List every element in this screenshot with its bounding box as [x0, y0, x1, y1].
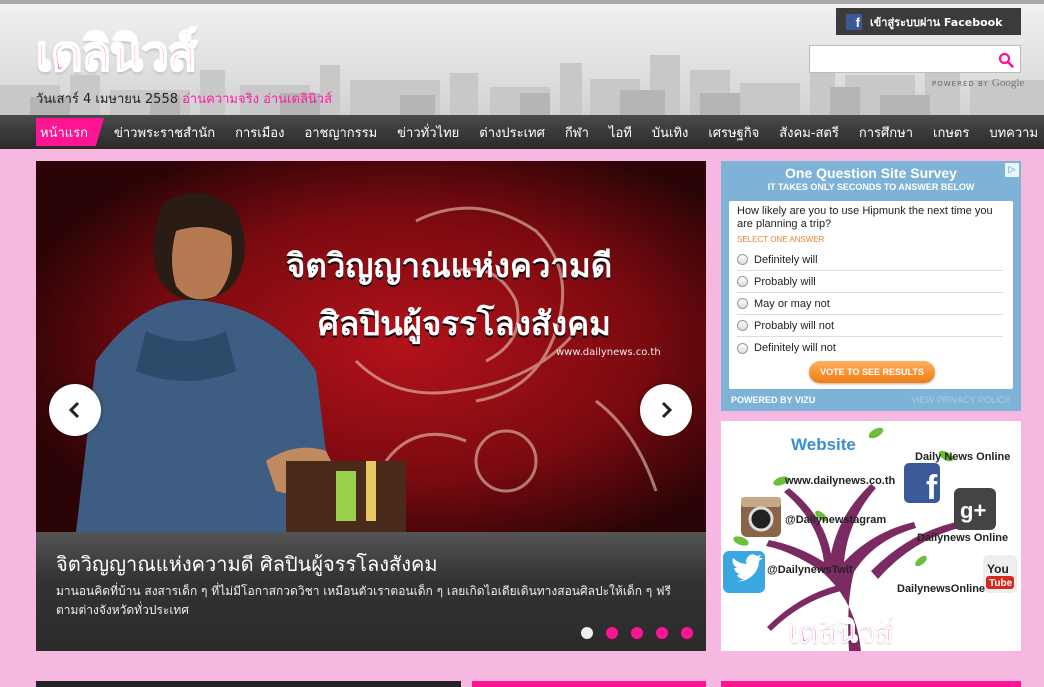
survey-option[interactable]: Definitely will	[737, 249, 1003, 271]
section-bar	[36, 681, 461, 687]
nav-item-articles[interactable]: บทความ	[979, 115, 1044, 149]
nav-item-education[interactable]: การศึกษา	[849, 115, 923, 149]
svg-text:g+: g+	[960, 498, 986, 523]
social-website-url[interactable]: www.dailynews.co.th	[785, 475, 895, 487]
social-googleplus-label[interactable]: Dailynews Online	[917, 532, 1008, 544]
survey-card: How likely are you to use Hipmunk the ne…	[729, 201, 1013, 389]
section-bar	[472, 681, 706, 687]
twitter-icon[interactable]	[723, 551, 765, 593]
radio-button[interactable]	[737, 320, 748, 331]
slide-caption-text: มานอนคิดที่บ้าน สงสารเด็ก ๆ ที่ไม่มีโอกา…	[56, 584, 671, 617]
main-nav: หน้าแรก ข่าวพระราชสำนัก การเมือง อาชญากร…	[0, 115, 1044, 149]
radio-button[interactable]	[737, 254, 748, 265]
slider-prev-button[interactable]	[49, 384, 101, 436]
instagram-icon[interactable]	[741, 497, 781, 537]
svg-text:f: f	[926, 469, 938, 507]
chevron-right-icon	[661, 401, 673, 419]
featured-slider: จิตวิญญาณแห่งความดี ศิลปินผู้จรรโลงสังคม…	[36, 161, 706, 651]
google-brand: Google	[991, 77, 1025, 89]
survey-option-label: May or may not	[754, 297, 830, 310]
nav-item-sports[interactable]: กีฬา	[555, 115, 599, 149]
radio-button[interactable]	[737, 342, 748, 354]
slider-dot-4[interactable]	[656, 627, 668, 639]
survey-option-label: Probably will	[754, 275, 816, 288]
survey-ad: ▷ One Question Site Survey IT TAKES ONLY…	[721, 161, 1021, 411]
social-website-label: Website	[791, 435, 856, 454]
search-input[interactable]	[810, 46, 990, 72]
nav-item-royal-court[interactable]: ข่าวพระราชสำนัก	[104, 115, 225, 149]
nav-item-home[interactable]: หน้าแรก	[36, 118, 104, 146]
nav-item-crime[interactable]: อาชญากรรม	[294, 115, 387, 149]
facebook-login-label: เข้าสู่ระบบผ่าน Facebook	[870, 15, 1003, 29]
nav-item-economy[interactable]: เศรษฐกิจ	[698, 115, 769, 149]
youtube-icon[interactable]: You Tube	[983, 555, 1017, 593]
slider-dot-1[interactable]	[581, 627, 593, 639]
survey-title: One Question Site Survey	[785, 165, 957, 181]
social-twitter-label[interactable]: @DailynewsTwit	[767, 564, 853, 576]
search-box	[809, 45, 1021, 73]
survey-option-label: Definitely will	[754, 253, 818, 266]
social-youtube-label[interactable]: DailynewsOnline	[897, 583, 985, 595]
survey-subtitle: IT TAKES ONLY SECONDS TO ANSWER BELOW	[767, 182, 975, 192]
survey-option[interactable]: Probably will	[737, 271, 1003, 293]
google-plus-icon[interactable]: g+	[954, 488, 996, 530]
svg-text:Tube: Tube	[989, 578, 1013, 589]
search-icon[interactable]	[998, 52, 1014, 68]
site-slogan: อ่านความจริง อ่านเดลินิวส์	[182, 92, 333, 107]
radio-button[interactable]	[737, 298, 748, 309]
dateline: วันเสาร์ 4 เมษายน 2558 อ่านความจริง อ่าน…	[36, 88, 332, 109]
facebook-icon[interactable]: f	[904, 463, 940, 507]
social-facebook-label[interactable]: Daily News Online	[915, 451, 1010, 463]
slider-dot-3[interactable]	[631, 627, 643, 639]
survey-hint: SELECT ONE ANSWER	[737, 235, 825, 244]
slide-image-url: www.dailynews.co.th	[556, 347, 661, 358]
svg-text:You: You	[987, 562, 1009, 576]
site-logo[interactable]: เดลินิวส์	[35, 25, 198, 83]
slider-dot-2[interactable]	[606, 627, 618, 639]
nav-item-politics[interactable]: การเมือง	[225, 115, 294, 149]
survey-powered-by[interactable]: POWERED BY VIZU	[731, 395, 815, 405]
survey-option-label: Probably will not	[754, 319, 835, 332]
nav-item-local-news[interactable]: ข่าวทั่วไทย	[387, 115, 469, 149]
nav-item-entertainment[interactable]: บันเทิง	[642, 115, 699, 149]
slide-caption-title[interactable]: จิตวิญญาณแห่งความดี ศิลปินผู้จรรโลงสังคม	[56, 548, 438, 580]
slider-dot-5[interactable]	[681, 627, 693, 639]
nav-item-society-women[interactable]: สังคม-สตรี	[769, 115, 849, 149]
site-header: เดลินิวส์ วันเสาร์ 4 เมษายน 2558 อ่านควา…	[0, 0, 1044, 115]
social-media-banner[interactable]: f g+ You Tube Website www.dailynews.co.t…	[721, 421, 1021, 651]
survey-privacy-link[interactable]: VIEW PRIVACY POLICY	[911, 395, 1011, 405]
slider-next-button[interactable]	[640, 384, 692, 436]
powered-by-prefix: POWERED BY	[932, 80, 989, 88]
current-date: วันเสาร์ 4 เมษายน 2558	[36, 92, 178, 107]
survey-question: How likely are you to use Hipmunk the ne…	[737, 205, 993, 230]
radio-button[interactable]	[737, 276, 748, 287]
chevron-left-icon	[68, 401, 80, 419]
survey-option[interactable]: Probably will not	[737, 315, 1003, 337]
slide-image-headline-2: ศิลปินผู้จรรโลงสังคม	[318, 304, 611, 343]
social-instagram-label[interactable]: @Dailynewstagram	[785, 514, 886, 526]
section-bar	[721, 681, 1021, 687]
social-banner-logo: เดลินิวส์	[789, 615, 894, 651]
slider-dots	[581, 627, 693, 639]
nav-item-world[interactable]: ต่างประเทศ	[469, 115, 555, 149]
nav-item-agriculture[interactable]: เกษตร	[923, 115, 979, 149]
survey-option[interactable]: May or may not	[737, 293, 1003, 315]
facebook-icon: f	[846, 13, 862, 30]
survey-option-label: Definitely will not	[754, 342, 836, 354]
nav-item-it[interactable]: ไอที	[599, 115, 642, 149]
slide-image-headline-1: จิตวิญญาณแห่งความดี	[286, 246, 613, 285]
powered-by-google: POWERED BY Google	[932, 77, 1024, 89]
survey-option[interactable]: Definitely will not	[737, 337, 1003, 359]
facebook-login-button[interactable]: f เข้าสู่ระบบผ่าน Facebook	[836, 8, 1021, 35]
vote-button[interactable]: VOTE TO SEE RESULTS	[809, 361, 935, 383]
